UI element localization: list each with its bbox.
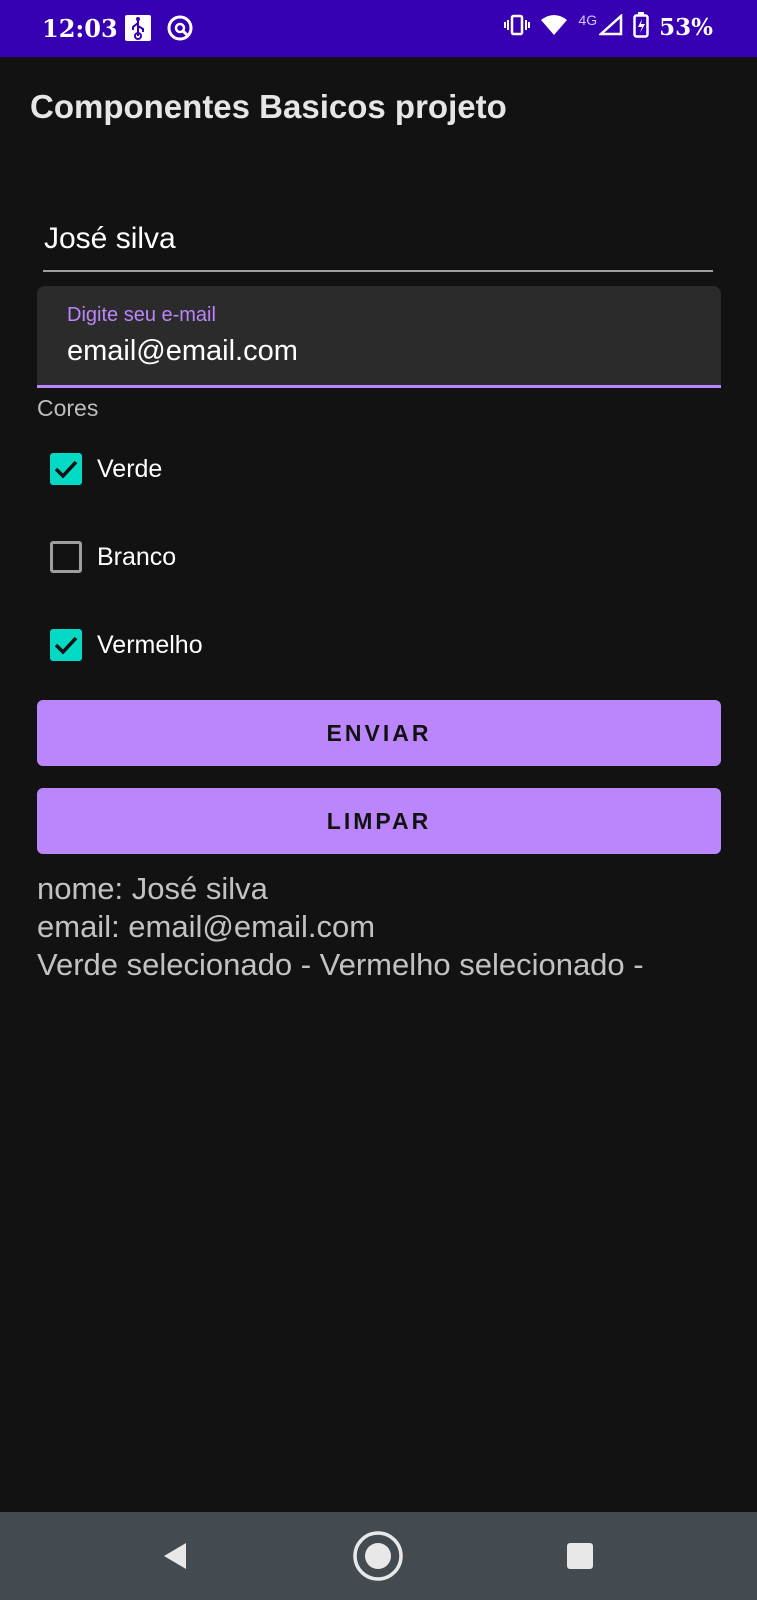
email-field-label: Digite seu e-mail (67, 304, 216, 326)
usb-icon (124, 14, 152, 47)
network-type: 4G (578, 11, 598, 28)
status-time: 12:03 (42, 14, 118, 43)
signal-icon (597, 13, 623, 41)
checkbox-unchecked-icon[interactable] (50, 541, 82, 573)
email-field-value: email@email.com (67, 335, 298, 367)
battery-charging-icon (633, 12, 649, 43)
result-email-line: email: email@email.com (37, 909, 376, 944)
email-field[interactable]: Digite seu e-mail email@email.com (37, 286, 721, 388)
checkbox-checked-icon[interactable] (50, 629, 82, 661)
app-title: Componentes Basicos projeto (30, 88, 507, 125)
recents-icon[interactable] (550, 1512, 610, 1600)
checkbox-label: Verde (97, 454, 163, 483)
checkbox-checked-icon[interactable] (50, 453, 82, 485)
vibrate-icon (504, 13, 531, 42)
sync-icon (166, 14, 194, 47)
navigation-bar (0, 1512, 757, 1600)
checkbox-vermelho[interactable]: Vermelho (50, 628, 203, 662)
wifi-icon (540, 14, 568, 41)
battery-percent: 53% (659, 14, 713, 41)
send-button[interactable]: ENVIAR (37, 700, 721, 766)
name-input[interactable]: José silva (43, 222, 713, 272)
result-name-line: nome: José silva (37, 871, 268, 906)
back-icon[interactable] (145, 1512, 205, 1600)
name-input-value: José silva (44, 222, 176, 255)
result-colors-line: Verde selecionado - Vermelho selecionado… (37, 947, 644, 982)
result-output: nome: José silva email: email@email.com … (37, 870, 644, 984)
checkbox-label: Vermelho (97, 630, 203, 659)
colors-label: Cores (37, 395, 99, 421)
status-bar: 12:03 4G 53% (0, 0, 757, 57)
home-icon[interactable] (348, 1512, 408, 1600)
checkbox-verde[interactable]: Verde (50, 452, 162, 486)
checkbox-branco[interactable]: Branco (50, 540, 176, 574)
clear-button[interactable]: LIMPAR (37, 788, 721, 854)
checkbox-label: Branco (97, 542, 177, 571)
